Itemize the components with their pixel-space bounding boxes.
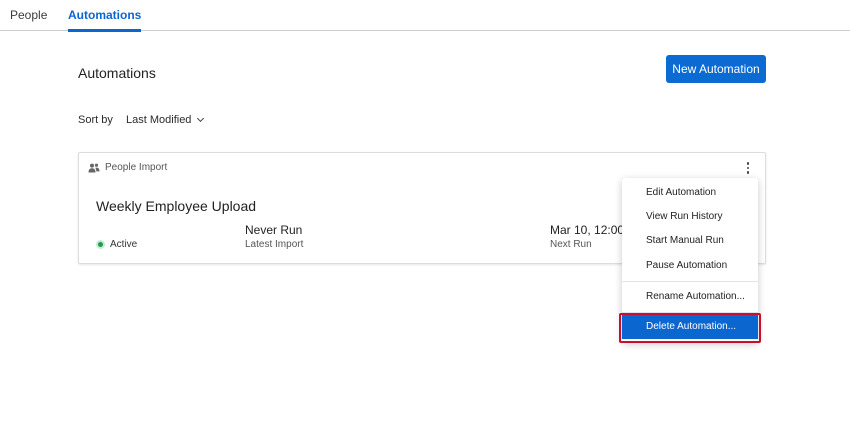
next-run-value: Mar 10, 12:00	[550, 223, 625, 237]
status-badge: Active	[96, 239, 137, 250]
sort-value: Last Modified	[126, 114, 192, 126]
menu-item-start-manual-run[interactable]: Start Manual Run	[622, 229, 758, 253]
top-tabs: People Automations	[0, 0, 850, 32]
chevron-down-icon	[197, 114, 205, 123]
sort-label: Sort by	[78, 114, 113, 126]
status-dot-icon	[96, 240, 105, 249]
page-title: Automations	[78, 65, 156, 81]
menu-item-view-run-history[interactable]: View Run History	[622, 205, 758, 229]
tab-automations[interactable]: Automations	[68, 8, 142, 32]
delete-highlight-box	[619, 313, 761, 343]
card-type: People Import	[88, 162, 167, 173]
latest-import-value: Never Run	[245, 223, 303, 237]
people-icon	[88, 163, 100, 172]
sort-dropdown[interactable]: Last Modified	[126, 114, 205, 126]
menu-item-rename-automation[interactable]: Rename Automation...	[622, 285, 758, 309]
next-run-label: Next Run	[550, 239, 592, 250]
menu-divider	[622, 281, 758, 282]
menu-item-edit-automation[interactable]: Edit Automation	[622, 181, 758, 205]
automations-page: People Automations Automations New Autom…	[0, 0, 850, 425]
automation-name: Weekly Employee Upload	[96, 198, 257, 214]
tab-people[interactable]: People	[10, 8, 47, 31]
status-label: Active	[110, 239, 138, 250]
card-type-label: People Import	[105, 162, 168, 173]
new-automation-button[interactable]: New Automation	[666, 55, 766, 83]
more-options-icon[interactable]	[745, 162, 751, 176]
latest-import-label: Latest Import	[245, 239, 304, 250]
menu-item-pause-automation[interactable]: Pause Automation	[622, 254, 758, 278]
